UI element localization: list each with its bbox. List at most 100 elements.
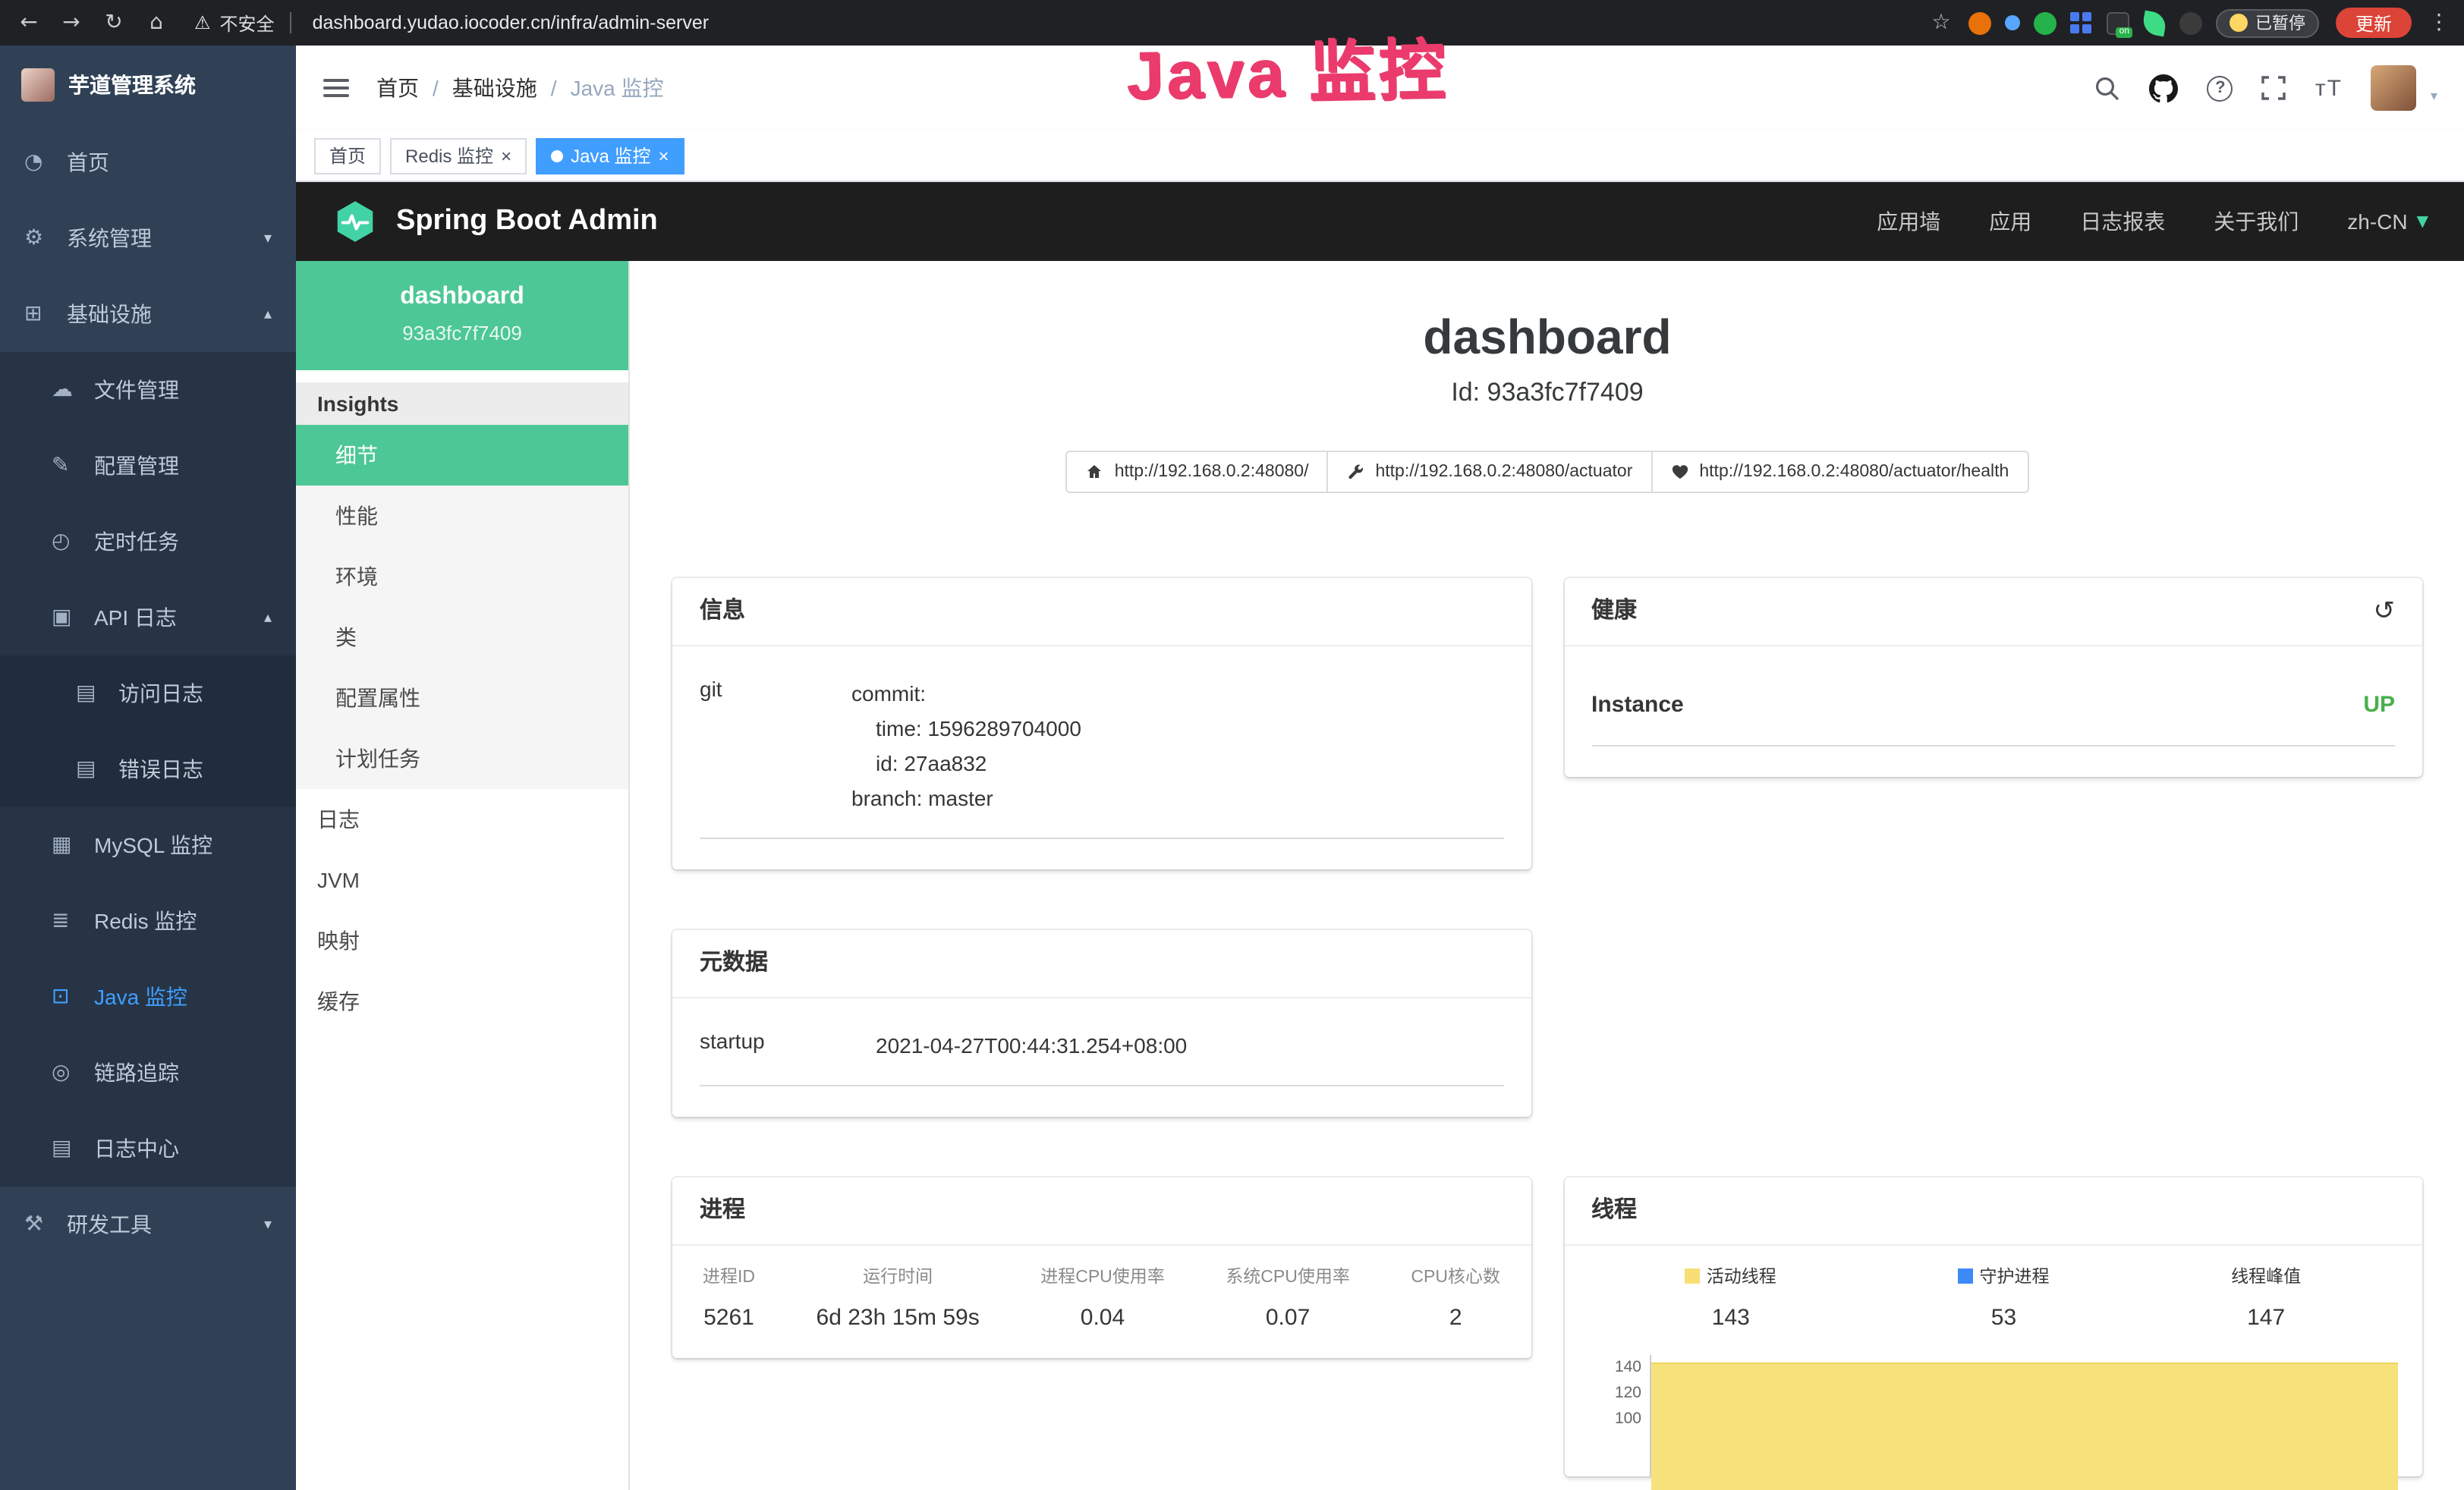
chevron-up-icon: ▴	[264, 306, 272, 322]
instance-header[interactable]: dashboard 93a3fc7f7409	[296, 261, 628, 370]
spring-boot-admin-logo	[332, 199, 378, 244]
breadcrumb-infrastructure[interactable]: 基础设施	[452, 73, 537, 103]
app-sidebar: 芋道管理系统 ◔ 首页 ⚙ 系统管理 ▾ ⊞ 基础设施 ▴ ☁ 文件管理 ✎	[0, 46, 296, 1490]
app-logo-row[interactable]: 芋道管理系统	[0, 46, 296, 124]
page-title: dashboard	[630, 310, 2464, 366]
info-row-git: git commit: time: 1596289704000 id: 27aa…	[700, 668, 1503, 839]
sidebar-item-file-management[interactable]: ☁ 文件管理	[0, 352, 296, 428]
reload-icon[interactable]: ↻	[100, 11, 127, 35]
browser-menu-icon[interactable]: ⋮	[2428, 11, 2450, 35]
sidebar-item-java-monitor[interactable]: ⊡ Java 监控	[0, 959, 296, 1035]
page-subtitle: Id: 93a3fc7f7409	[630, 378, 2464, 408]
navbar-actions: ? тT ▾	[2095, 65, 2437, 111]
sidebar-item-api-logs[interactable]: ▣ API 日志 ▴	[0, 580, 296, 655]
bookmark-star-icon[interactable]: ☆	[1927, 11, 1955, 35]
sba-nav-about[interactable]: 关于我们	[2214, 206, 2299, 237]
endpoint-actuator-url[interactable]: http://192.168.0.2:48080/actuator	[1326, 451, 1652, 493]
close-icon[interactable]: ×	[501, 146, 511, 165]
locale-select[interactable]: zh-CN ▼	[2347, 209, 2428, 234]
sba-item-metrics[interactable]: 性能	[296, 486, 628, 546]
sba-item-jvm[interactable]: JVM	[296, 850, 628, 910]
extension-icon-octotree[interactable]	[2179, 11, 2202, 34]
history-icon[interactable]: ↺	[2374, 598, 2396, 625]
tab-redis-monitor[interactable]: Redis 监控 ×	[390, 137, 527, 174]
extension-icon-green[interactable]	[2034, 11, 2056, 34]
clock-icon: ◴	[52, 530, 85, 554]
sidebar-item-error-logs[interactable]: ▤ 错误日志	[0, 731, 296, 807]
metadata-card: 元数据 startup 2021-04-27T00:44:31.254+08:0…	[672, 930, 1531, 1117]
info-key: git	[700, 677, 851, 816]
chart-plot-area	[1649, 1355, 2398, 1476]
address-bar[interactable]: dashboard.yudao.iocoder.cn/infra/admin-s…	[313, 12, 1912, 33]
extension-icon-grid[interactable]	[2070, 11, 2093, 34]
sba-nav-wallboard[interactable]: 应用墙	[1877, 206, 1940, 237]
sidebar-item-tracing[interactable]: ◎ 链路追踪	[0, 1035, 296, 1111]
threads-legend: 活动线程 143 守护进程 53	[1588, 1264, 2398, 1331]
user-avatar[interactable]	[2371, 65, 2417, 111]
threads-card-title: 线程	[1591, 1197, 1637, 1224]
chevron-down-icon: ▾	[264, 230, 272, 247]
breadcrumb-current: Java 监控	[571, 73, 664, 103]
extension-icon-drop[interactable]	[2005, 15, 2020, 30]
font-size-icon[interactable]: тT	[2315, 75, 2343, 101]
endpoint-service-url[interactable]: http://192.168.0.2:48080/	[1066, 451, 1329, 493]
sidebar-item-scheduled-jobs[interactable]: ◴ 定时任务	[0, 504, 296, 580]
stat-pid: 进程ID 5261	[703, 1264, 755, 1331]
sba-item-classes[interactable]: 类	[296, 607, 628, 668]
sidebar-item-config-management[interactable]: ✎ 配置管理	[0, 428, 296, 504]
security-chip[interactable]: ⚠ 不安全	[194, 10, 297, 36]
threads-chart: 140 120 100	[1588, 1355, 2398, 1476]
health-row-instance: Instance UP	[1591, 677, 2395, 747]
sidebar-item-redis-monitor[interactable]: ≣ Redis 监控	[0, 883, 296, 959]
sidebar-item-infrastructure[interactable]: ⊞ 基础设施 ▴	[0, 276, 296, 352]
sba-item-caches[interactable]: 缓存	[296, 971, 628, 1032]
sidebar-item-log-center[interactable]: ▤ 日志中心	[0, 1111, 296, 1187]
sba-item-logs[interactable]: 日志	[296, 789, 628, 850]
tab-home[interactable]: 首页	[314, 137, 381, 174]
endpoint-health-url[interactable]: http://192.168.0.2:48080/actuator/health	[1651, 451, 2028, 493]
live-threads-area	[1651, 1363, 2398, 1490]
metadata-card-title: 元数据	[700, 950, 768, 977]
fullscreen-icon[interactable]	[2262, 76, 2286, 100]
sba-nav-journal[interactable]: 日志报表	[2080, 206, 2165, 237]
extension-icon-leaf[interactable]	[2141, 10, 2168, 36]
close-icon[interactable]: ×	[658, 146, 669, 165]
sba-nav-applications[interactable]: 应用	[1989, 206, 2031, 237]
error-log-icon: ▤	[76, 757, 109, 781]
java-monitor-icon: ⊡	[52, 985, 85, 1009]
hamburger-icon[interactable]	[323, 79, 349, 97]
sba-item-details[interactable]: 细节	[296, 425, 628, 486]
sidebar-item-system-management[interactable]: ⚙ 系统管理 ▾	[0, 200, 296, 276]
extension-icon-switch-on[interactable]: on	[2107, 11, 2129, 34]
sba-item-environment[interactable]: 环境	[296, 546, 628, 607]
browser-update-button[interactable]: 更新	[2336, 8, 2412, 38]
metadata-row-startup: startup 2021-04-27T00:44:31.254+08:00	[700, 1020, 1503, 1086]
home-icon	[1086, 463, 1104, 481]
sba-item-config-props[interactable]: 配置属性	[296, 668, 628, 728]
home-icon[interactable]: ⌂	[143, 11, 170, 35]
back-icon[interactable]: ←	[15, 11, 42, 35]
sidebar-item-mysql-monitor[interactable]: ▦ MySQL 监控	[0, 807, 296, 883]
tab-java-monitor[interactable]: Java 监控 ×	[536, 137, 684, 174]
extension-icon-orange[interactable]	[1968, 11, 1991, 34]
profile-paused-badge[interactable]: 已暂停	[2216, 8, 2319, 37]
info-card: 信息 git commit: time: 1596289704000 id: 2	[672, 578, 1531, 869]
sidebar-item-home[interactable]: ◔ 首页	[0, 124, 296, 200]
api-log-icon: ▣	[52, 605, 85, 630]
sba-item-mappings[interactable]: 映射	[296, 910, 628, 971]
search-icon[interactable]	[2095, 75, 2121, 101]
help-icon[interactable]: ?	[2208, 75, 2233, 101]
sidebar-item-dev-tools[interactable]: ⚒ 研发工具 ▾	[0, 1187, 296, 1262]
sidebar-item-access-logs[interactable]: ▤ 访问日志	[0, 655, 296, 731]
security-label: 不安全	[220, 10, 275, 36]
process-card-title: 进程	[700, 1197, 745, 1224]
breadcrumb-home[interactable]: 首页	[376, 73, 419, 103]
stat-uptime: 运行时间 6d 23h 15m 59s	[817, 1264, 980, 1331]
sba-sidebar: dashboard 93a3fc7f7409 Insights 细节 性能 环境…	[296, 261, 630, 1490]
chart-y-axis: 140 120 100	[1588, 1355, 1649, 1476]
insights-section-label: Insights	[296, 382, 628, 425]
sba-nav-links: 应用墙 应用 日志报表 关于我们 zh-CN ▼	[1877, 206, 2428, 237]
forward-icon[interactable]: →	[58, 11, 85, 35]
github-icon[interactable]	[2150, 74, 2179, 102]
sba-item-scheduled-tasks[interactable]: 计划任务	[296, 728, 628, 789]
